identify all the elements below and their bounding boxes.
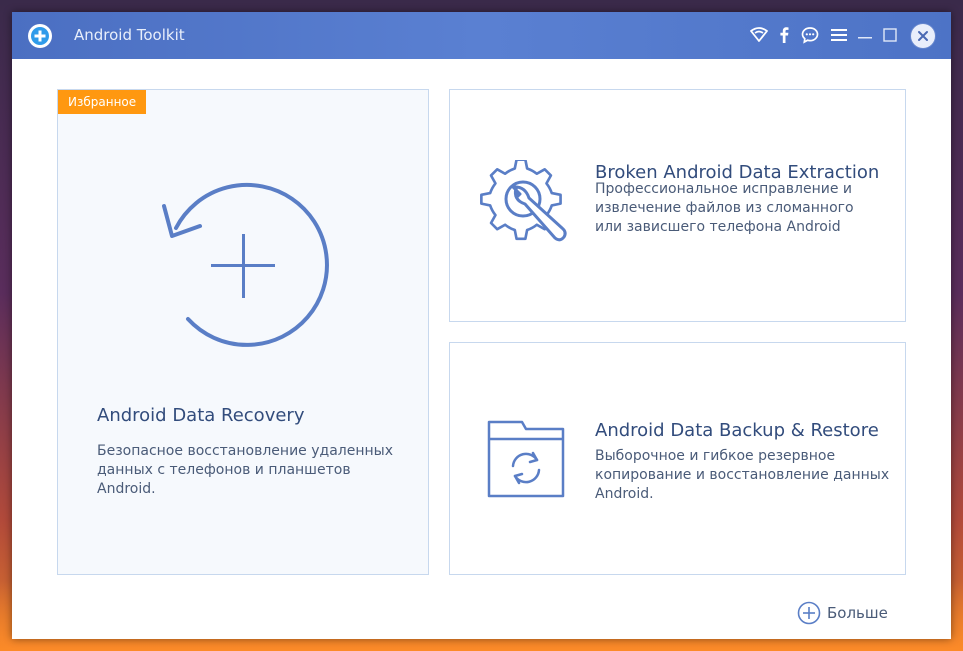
card-description: Выборочное и гибкое резервное копировани…: [595, 448, 890, 502]
more-label: Больше: [827, 604, 888, 622]
minimize-icon[interactable]: [854, 24, 876, 46]
card-android-data-backup-restore[interactable]: Android Data Backup & Restore Выборочное…: [449, 342, 906, 575]
chat-icon[interactable]: [799, 24, 821, 46]
card-title: Android Data Backup & Restore: [595, 420, 879, 441]
card-title: Android Data Recovery: [97, 405, 305, 426]
more-button[interactable]: Больше: [797, 601, 888, 625]
maximize-icon[interactable]: [879, 24, 901, 46]
card-description: Безопасное восстановление удаленных данн…: [97, 443, 393, 497]
facebook-icon[interactable]: [773, 24, 795, 46]
plus-circle-icon: [797, 601, 821, 625]
titlebar[interactable]: Android Toolkit: [12, 12, 951, 59]
wifi-icon[interactable]: [748, 24, 770, 46]
card-broken-android-data-extraction[interactable]: Broken Android Data Extraction Профессио…: [449, 89, 906, 322]
favorite-badge: Избранное: [58, 90, 147, 114]
app-window: Android Toolkit Избранное Android Data R…: [12, 12, 951, 639]
app-title: Android Toolkit: [74, 26, 185, 44]
folder-sync-icon: [486, 419, 566, 503]
close-icon: [911, 24, 935, 48]
card-description: Профессиональное исправление и извлечени…: [595, 181, 854, 235]
gear-wrench-icon: [480, 158, 570, 254]
card-android-data-recovery[interactable]: Избранное Android Data Recovery Безопасн…: [57, 89, 429, 575]
close-button[interactable]: [910, 23, 936, 49]
app-logo-icon: [27, 23, 53, 49]
restore-plus-icon: [158, 180, 330, 356]
menu-icon[interactable]: [828, 24, 850, 46]
